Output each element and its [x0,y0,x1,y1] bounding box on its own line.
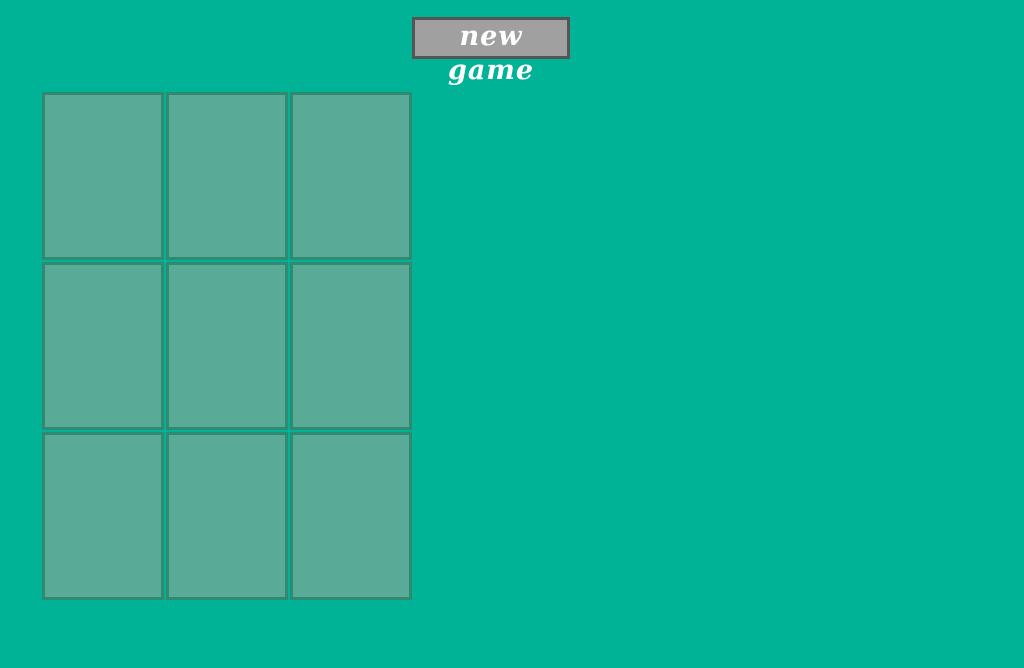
card[interactable] [290,432,412,600]
card[interactable] [290,262,412,430]
card[interactable] [42,92,164,260]
card[interactable] [42,262,164,430]
new-game-button[interactable]: new game [412,17,570,86]
card[interactable] [290,92,412,260]
card[interactable] [166,92,288,260]
card[interactable] [166,432,288,600]
card[interactable] [166,262,288,430]
card[interactable] [42,432,164,600]
